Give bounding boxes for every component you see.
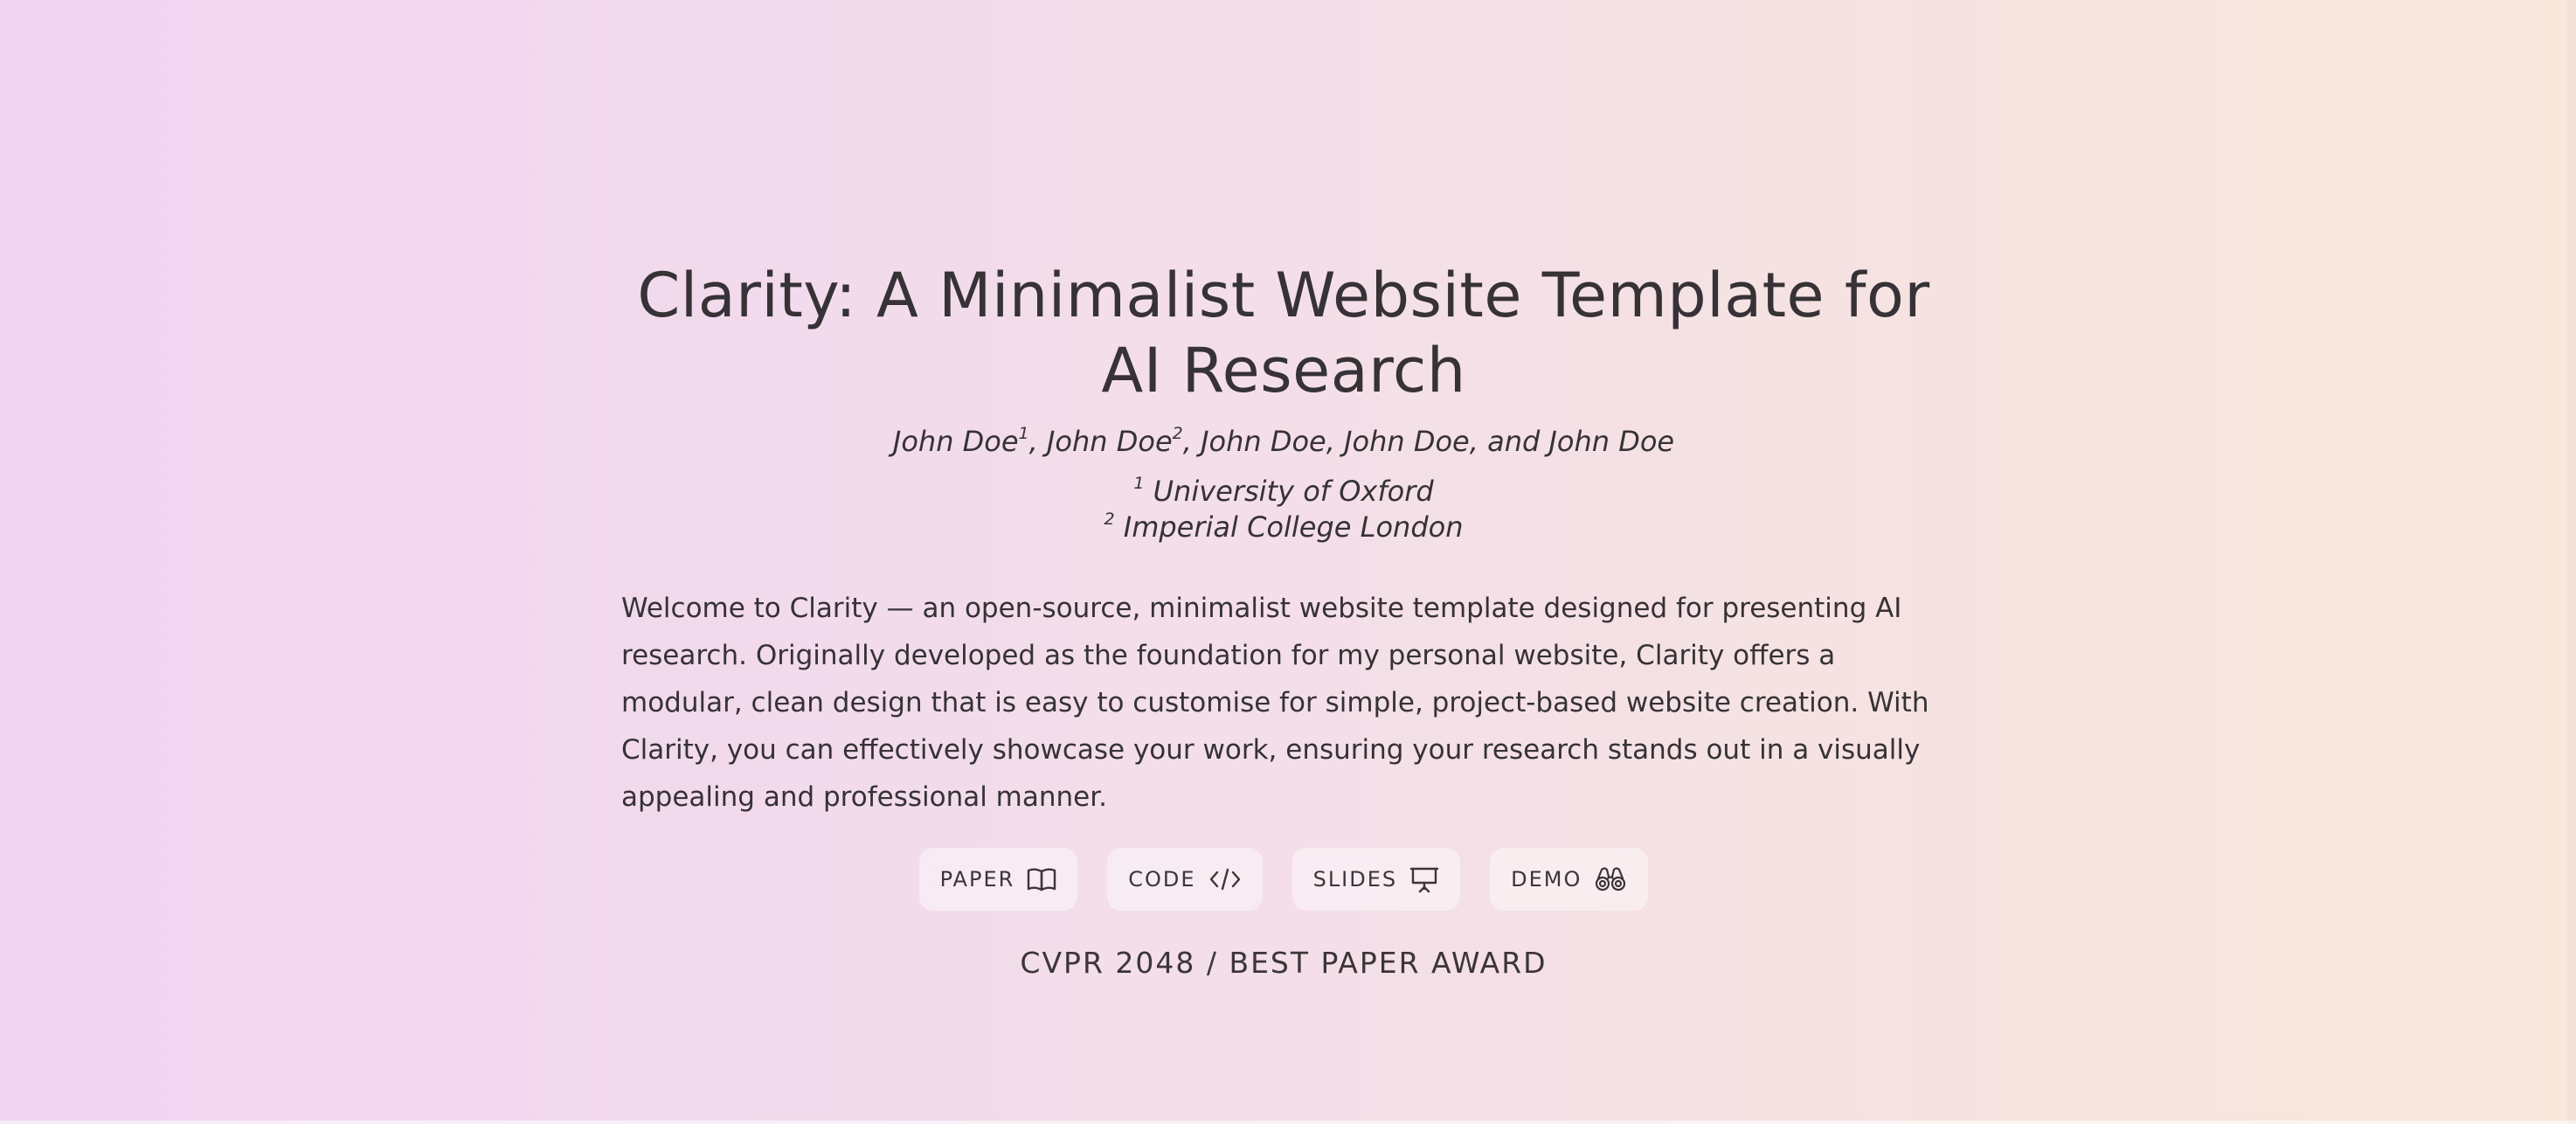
author-1: John Doe: [892, 425, 1019, 458]
affiliation-1-name: University of Oxford: [1153, 475, 1434, 508]
affiliation-2: 2 Imperial College London: [621, 510, 1946, 545]
page-bottom-edge: [0, 1121, 2576, 1124]
affiliation-2-name: Imperial College London: [1123, 510, 1464, 544]
affiliation-2-marker: 2: [1104, 510, 1115, 530]
author-1-affiliation-marker: 1: [1018, 424, 1029, 444]
author-2-affiliation-marker: 2: [1172, 424, 1183, 444]
author-2: John Doe: [1046, 425, 1173, 458]
paper-button-label: PAPER: [939, 867, 1015, 892]
hero-section: Clarity: A Minimalist Website Template f…: [621, 258, 1946, 980]
author-separator: ,: [1028, 425, 1047, 458]
affiliation-1-marker: 1: [1133, 474, 1145, 494]
page-title: Clarity: A Minimalist Website Template f…: [637, 260, 1930, 406]
affiliation-1: 1 University of Oxford: [621, 474, 1946, 510]
author-separator: ,: [1326, 425, 1345, 458]
author-separator: ,: [1182, 425, 1201, 458]
demo-button[interactable]: DEMO: [1490, 848, 1649, 911]
slides-button[interactable]: SLIDES: [1291, 848, 1461, 911]
slides-button-label: SLIDES: [1312, 867, 1398, 892]
author-5: John Doe: [1548, 425, 1675, 458]
demo-button-label: DEMO: [1511, 867, 1582, 892]
author-4: John Doe: [1344, 425, 1470, 458]
paper-button[interactable]: PAPER: [918, 848, 1078, 911]
abstract-text: Welcome to Clarity — an open-source, min…: [621, 593, 1929, 813]
code-icon: [1209, 868, 1240, 891]
award-text: CVPR 2048 / BEST PAPER AWARD: [1020, 946, 1548, 980]
code-button-label: CODE: [1128, 867, 1196, 892]
binoculars-icon: [1596, 867, 1626, 892]
presentation-icon: [1409, 867, 1439, 893]
code-button[interactable]: CODE: [1107, 848, 1263, 911]
page-edge: [2567, 0, 2576, 1124]
author-3: John Doe: [1201, 425, 1326, 458]
affiliation-list: 1 University of Oxford 2 Imperial Colleg…: [621, 474, 1946, 545]
resource-links: PAPER CODE SLIDES DEMO: [621, 848, 1946, 911]
author-list: John Doe1, John Doe2, John Doe, John Doe…: [621, 424, 1946, 459]
book-open-icon: [1028, 868, 1056, 892]
author-separator: , and: [1469, 425, 1549, 458]
